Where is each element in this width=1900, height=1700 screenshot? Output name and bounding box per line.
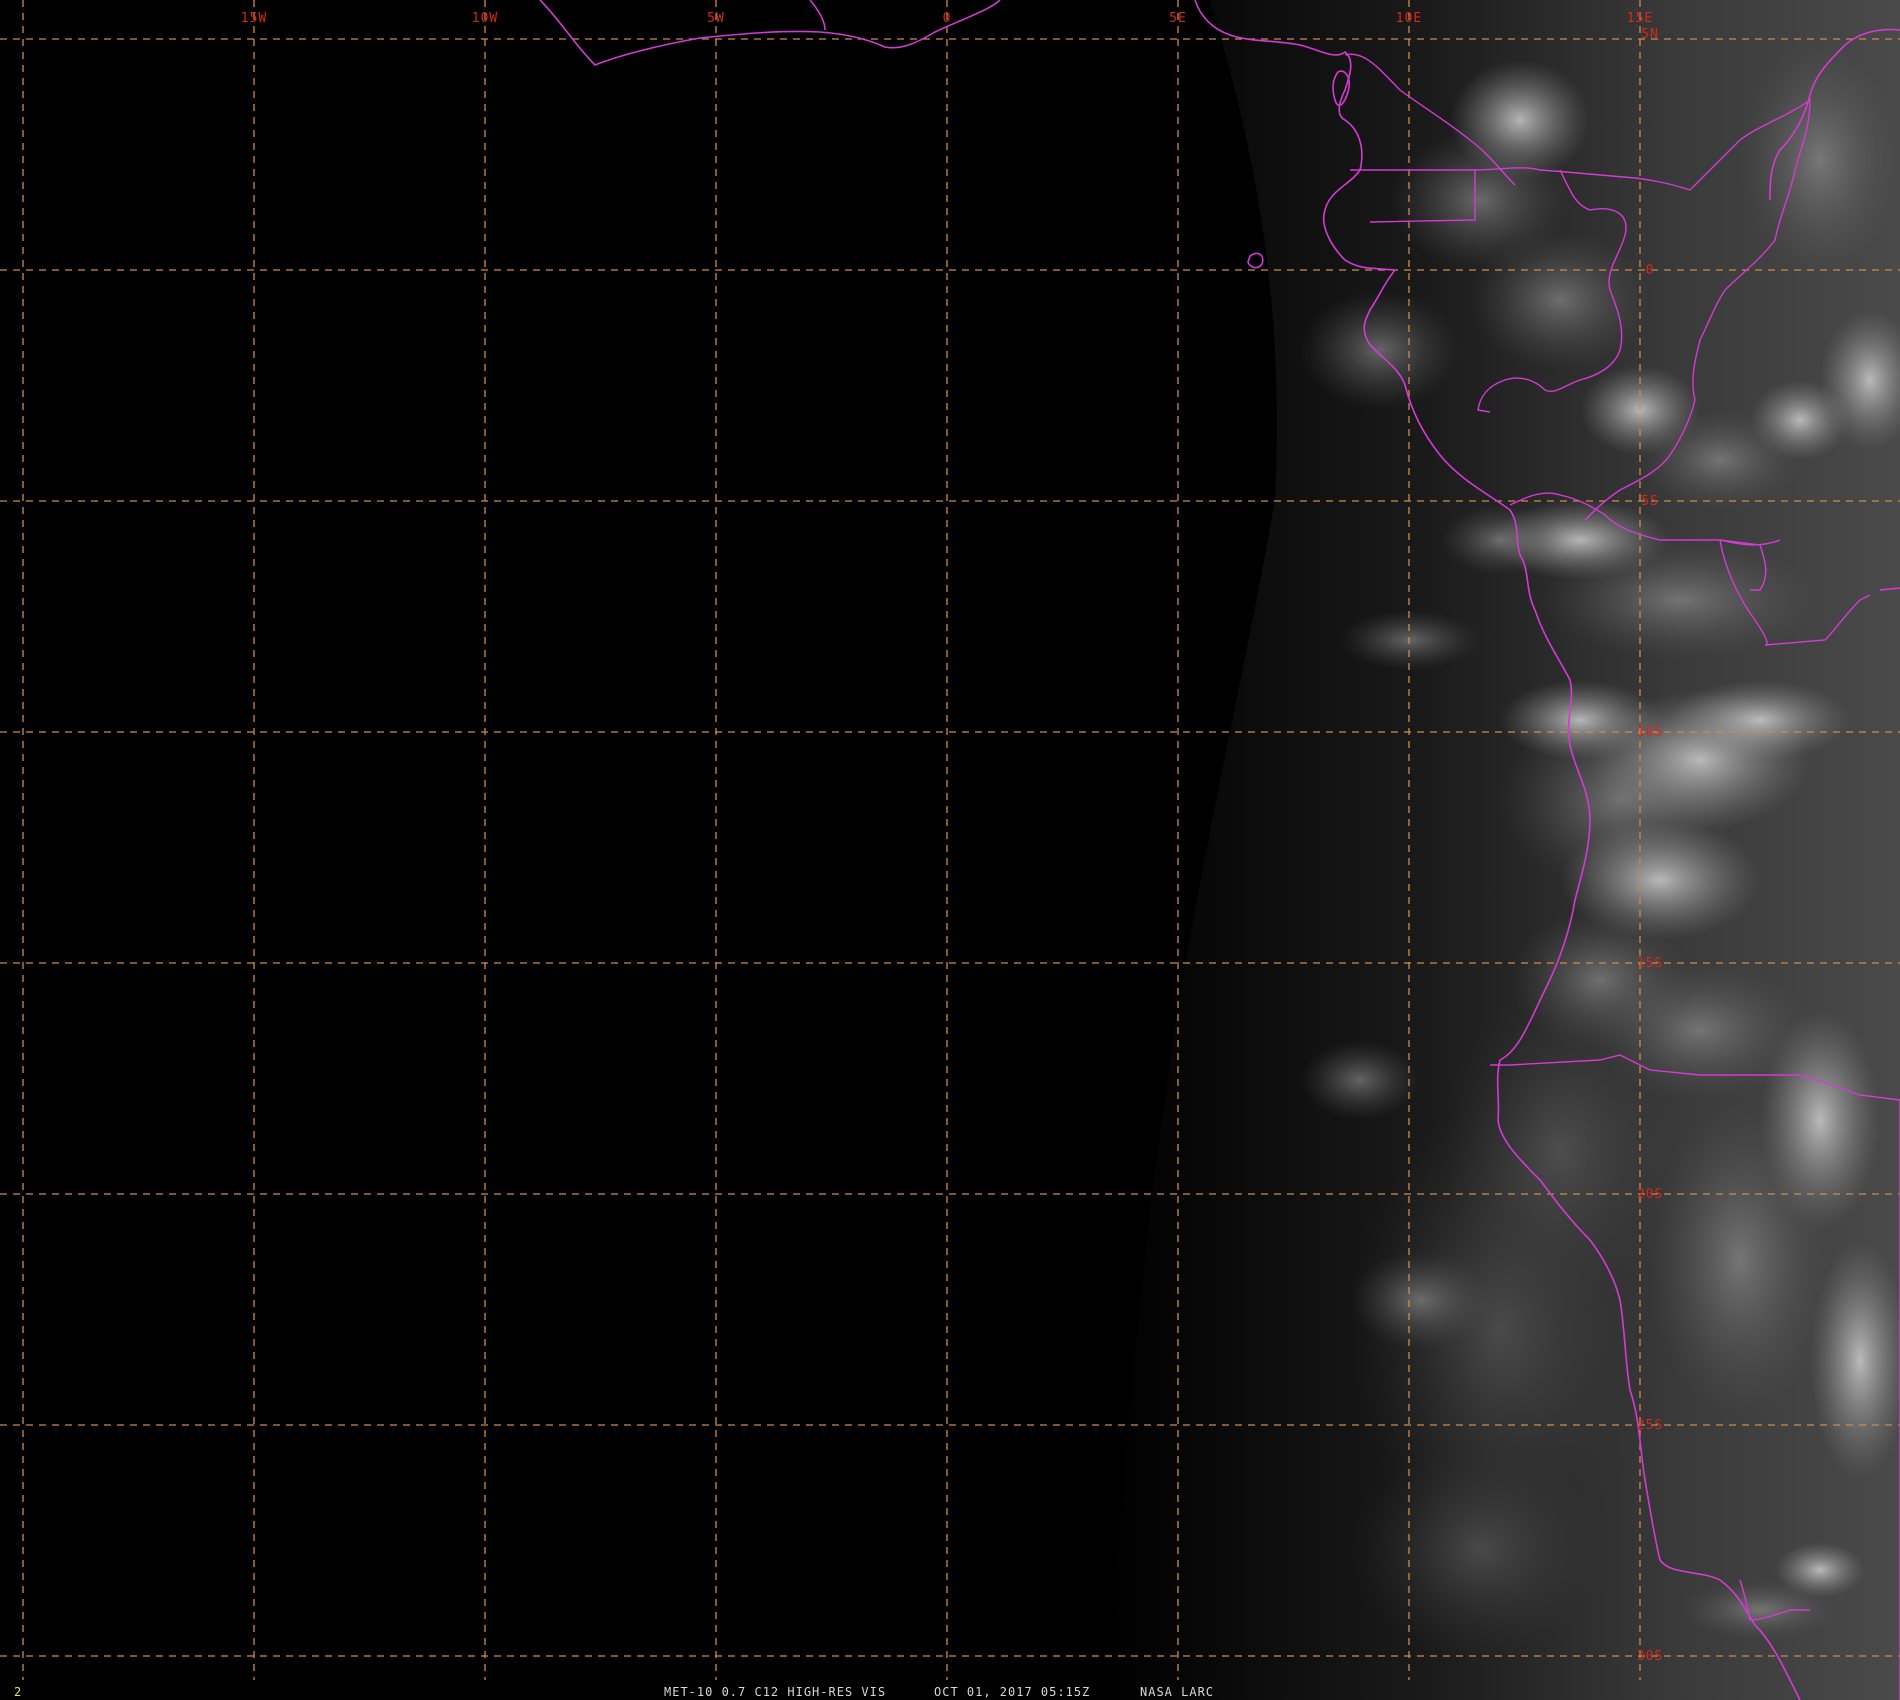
latitude-label: 25S	[1637, 1418, 1663, 1433]
longitude-label: 5W	[707, 11, 725, 26]
longitude-label: 15E	[1627, 11, 1653, 26]
frame-number: 2	[14, 1685, 21, 1699]
longitude-label: 5E	[1169, 11, 1187, 26]
product-label: MET-10 0.7 C12 HIGH-RES VIS	[664, 1685, 886, 1699]
datetime-label: OCT 01, 2017 05:15Z	[934, 1685, 1090, 1699]
latitude-label: 10S	[1637, 725, 1663, 740]
latitude-label: 5N	[1641, 27, 1659, 42]
latitude-label: 20S	[1637, 1187, 1663, 1202]
latitude-label: 0	[1646, 263, 1655, 278]
source-label: NASA LARC	[1140, 1685, 1214, 1699]
longitude-label: 0	[943, 11, 952, 26]
longitude-label: 15W	[241, 11, 267, 26]
latitude-label: 5S	[1641, 494, 1659, 509]
satellite-map: 15W 10W 5W 0 5E 10E 15E5N05S10S15S20S25S30S 2 …	[0, 0, 1900, 1700]
latitude-label: 15S	[1637, 956, 1663, 971]
longitude-label: 10E	[1396, 11, 1422, 26]
latitude-label: 30S	[1637, 1649, 1663, 1664]
longitude-label: 10W	[472, 11, 498, 26]
